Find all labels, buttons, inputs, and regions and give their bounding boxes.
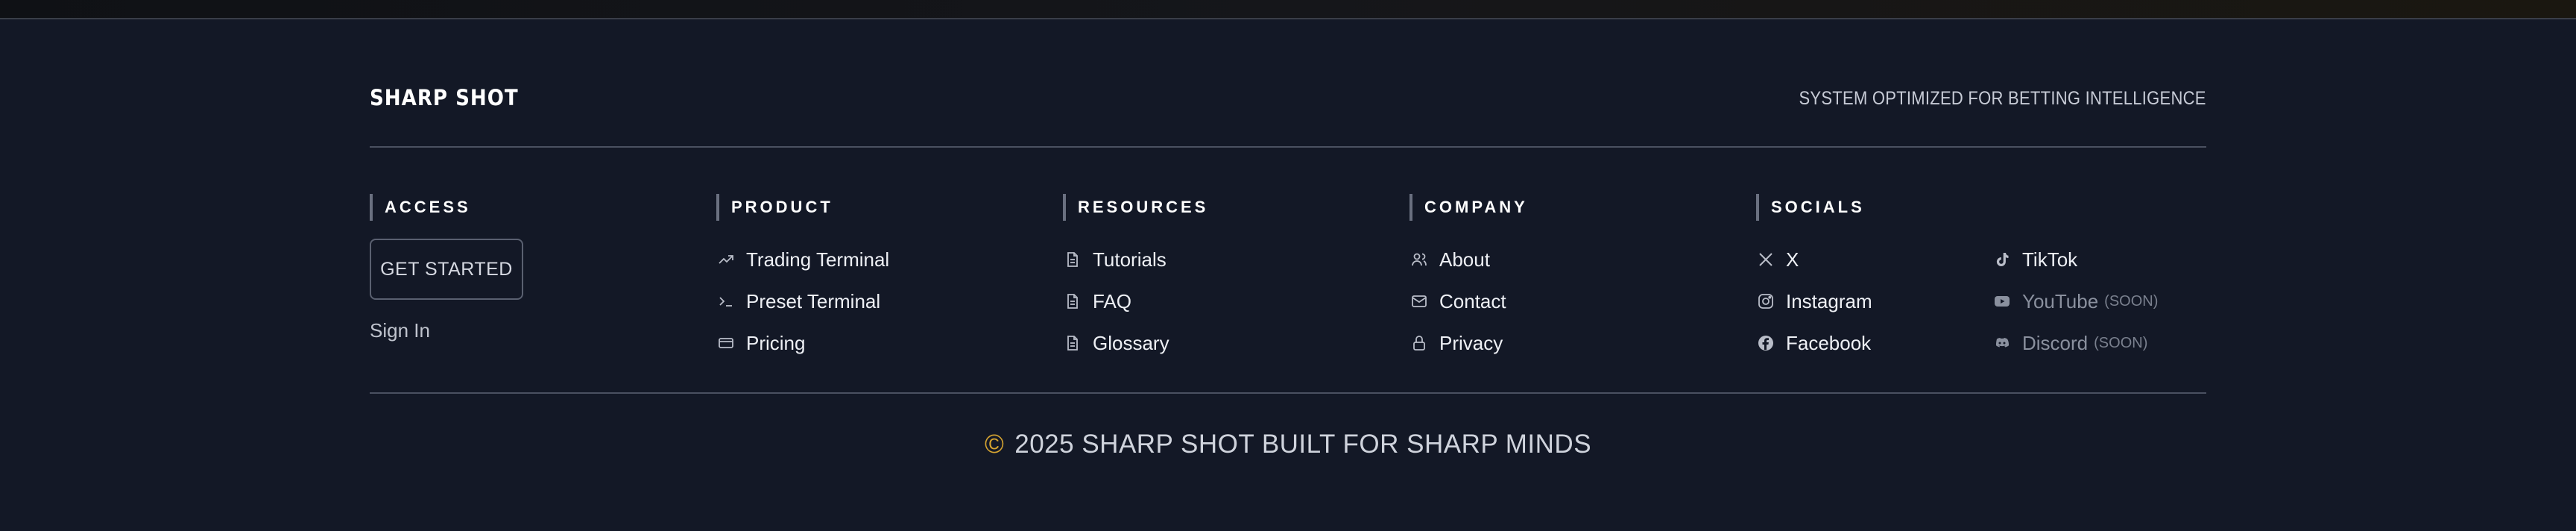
link-preset-terminal[interactable]: Preset Terminal (716, 280, 889, 322)
link-tutorials[interactable]: Tutorials (1063, 239, 1208, 280)
socials-column-2-spacer (1992, 194, 2158, 221)
company-column: COMPANY About Contact Privacy (1409, 194, 1528, 364)
resources-column: RESOURCES Tutorials FAQ Glossary (1063, 194, 1208, 364)
access-column: ACCESS GET STARTED Sign In (370, 194, 523, 342)
footer-brand-row: SHARP SHOT SYSTEM OPTIMIZED FOR BETTING … (370, 82, 2206, 115)
link-label: FAQ (1093, 289, 1132, 312)
link-pricing[interactable]: Pricing (716, 322, 889, 364)
link-privacy[interactable]: Privacy (1409, 322, 1528, 364)
link-label: X (1786, 248, 1799, 271)
mail-icon (1409, 292, 1429, 311)
divider-top (370, 146, 2206, 148)
document-icon (1063, 292, 1082, 311)
resources-heading: RESOURCES (1063, 194, 1208, 221)
socials-column-2: TikTok YouTube (SOON) Discord (SOON) (1992, 194, 2158, 364)
link-discord[interactable]: Discord (SOON) (1992, 322, 2158, 364)
brand-tagline: SYSTEM OPTIMIZED FOR BETTING INTELLIGENC… (1799, 88, 2206, 109)
tiktok-icon (1992, 250, 2012, 269)
link-label: Glossary (1093, 331, 1169, 354)
socials-column: SOCIALS X Instagram Facebook (1756, 194, 1872, 364)
copyright-line: © 2025 SHARP SHOT BUILT FOR SHARP MINDS (0, 430, 2576, 459)
sign-in-link[interactable]: Sign In (370, 319, 523, 342)
document-icon (1063, 250, 1082, 269)
product-heading: PRODUCT (716, 194, 889, 221)
top-band (0, 0, 2576, 19)
link-label: Privacy (1439, 331, 1503, 354)
link-label: Contact (1439, 289, 1506, 312)
instagram-icon (1756, 292, 1775, 311)
link-label: Pricing (746, 331, 806, 354)
terminal-icon (716, 292, 736, 311)
link-instagram[interactable]: Instagram (1756, 280, 1872, 322)
copyright-icon: © (984, 430, 1005, 459)
soon-badge: (SOON) (2094, 334, 2148, 351)
link-trading-terminal[interactable]: Trading Terminal (716, 239, 889, 280)
link-about[interactable]: About (1409, 239, 1528, 280)
credit-card-icon (716, 333, 736, 353)
lock-icon (1409, 333, 1429, 353)
link-label: Preset Terminal (746, 289, 881, 312)
link-x[interactable]: X (1756, 239, 1872, 280)
link-label: Instagram (1786, 289, 1872, 312)
link-label: Tutorials (1093, 248, 1167, 271)
link-tiktok[interactable]: TikTok (1992, 239, 2158, 280)
users-icon (1409, 250, 1429, 269)
link-glossary[interactable]: Glossary (1063, 322, 1208, 364)
document-icon (1063, 333, 1082, 353)
discord-icon (1992, 333, 2012, 353)
soon-badge: (SOON) (2104, 292, 2159, 310)
link-label: TikTok (2022, 248, 2078, 271)
link-youtube[interactable]: YouTube (SOON) (1992, 280, 2158, 322)
link-label: About (1439, 248, 1490, 271)
link-label: Facebook (1786, 331, 1872, 354)
trending-up-icon (716, 250, 736, 269)
link-faq[interactable]: FAQ (1063, 280, 1208, 322)
link-label: Discord (2022, 331, 2089, 354)
company-heading: COMPANY (1409, 194, 1528, 221)
link-contact[interactable]: Contact (1409, 280, 1528, 322)
get-started-button[interactable]: GET STARTED (370, 239, 523, 300)
link-label: YouTube (2022, 289, 2099, 312)
copyright-text: 2025 SHARP SHOT BUILT FOR SHARP MINDS (1014, 430, 1592, 459)
socials-heading: SOCIALS (1756, 194, 1872, 221)
product-column: PRODUCT Trading Terminal Preset Terminal… (716, 194, 889, 364)
x-icon (1756, 250, 1775, 269)
link-label: Trading Terminal (746, 248, 890, 271)
brand-name: SHARP SHOT (370, 85, 519, 110)
divider-bottom (370, 392, 2206, 394)
facebook-icon (1756, 333, 1775, 353)
access-heading: ACCESS (370, 194, 523, 221)
youtube-icon (1992, 292, 2012, 311)
link-facebook[interactable]: Facebook (1756, 322, 1872, 364)
